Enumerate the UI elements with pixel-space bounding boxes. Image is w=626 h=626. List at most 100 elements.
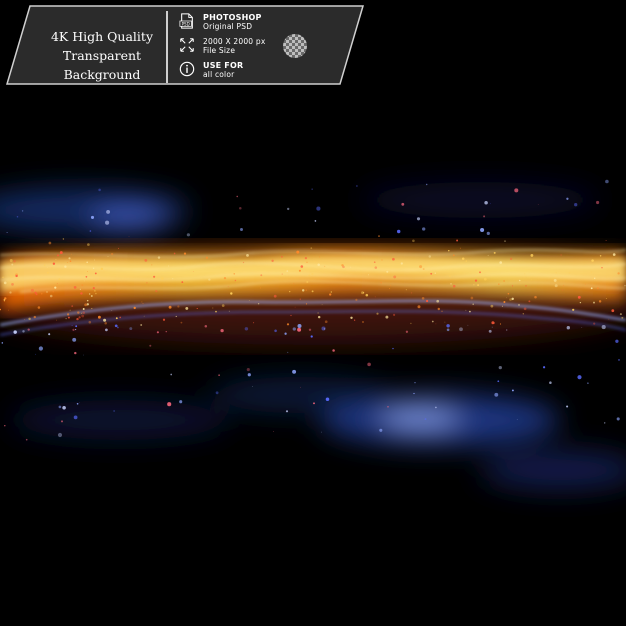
particle — [244, 327, 249, 331]
particle — [129, 327, 133, 331]
particle — [81, 312, 83, 314]
particle — [177, 305, 180, 308]
particle — [324, 265, 326, 267]
particle — [501, 305, 503, 307]
particle — [49, 294, 53, 298]
particle — [65, 318, 67, 320]
particle — [242, 261, 245, 264]
particle — [524, 273, 526, 275]
particle — [89, 293, 91, 295]
particle — [514, 188, 519, 193]
particle — [396, 229, 401, 234]
particle — [598, 300, 602, 303]
particle — [161, 277, 164, 280]
particle — [509, 257, 513, 261]
particle — [459, 247, 461, 249]
particle — [273, 431, 274, 432]
particle — [355, 298, 358, 301]
particle — [473, 284, 475, 286]
particle — [286, 270, 289, 272]
particle — [6, 232, 8, 233]
particle — [509, 298, 512, 301]
particle — [405, 330, 409, 333]
quality-line-2: Transparent Background — [62, 48, 142, 82]
particle — [617, 272, 620, 275]
particle — [293, 282, 295, 284]
transparency-checker-icon — [283, 34, 307, 58]
particle — [142, 303, 144, 304]
particle — [435, 323, 437, 325]
particle — [128, 236, 130, 237]
particle — [86, 261, 88, 264]
particle — [523, 307, 527, 311]
particle — [486, 231, 490, 236]
particle — [146, 282, 148, 284]
particle — [98, 188, 101, 192]
particle — [79, 288, 81, 290]
particle — [185, 306, 189, 310]
particle — [257, 303, 260, 305]
particle — [58, 405, 62, 409]
particle — [467, 324, 469, 326]
particle — [609, 262, 611, 264]
particle — [493, 251, 496, 254]
particle — [30, 288, 34, 292]
particle — [605, 179, 609, 184]
particle — [469, 310, 471, 313]
particle — [117, 326, 119, 329]
particle — [167, 265, 170, 267]
particle — [81, 314, 85, 318]
particle — [493, 322, 496, 324]
particle — [56, 319, 58, 321]
particle — [286, 323, 290, 326]
particle — [290, 314, 292, 317]
banner-divider — [166, 11, 168, 83]
particle — [511, 285, 514, 287]
particle — [141, 301, 143, 303]
particle — [95, 283, 97, 285]
particle — [386, 270, 389, 273]
particle — [616, 417, 620, 421]
particle — [345, 268, 347, 270]
software-row: PSD PHOTOSHOP Original PSD — [178, 13, 262, 31]
particle — [530, 253, 534, 257]
particle — [373, 261, 376, 264]
particle — [221, 304, 225, 307]
particle — [33, 315, 36, 319]
particle — [452, 284, 456, 288]
particle — [615, 339, 619, 343]
particle — [43, 264, 46, 267]
particle — [489, 203, 491, 205]
particle — [498, 283, 500, 285]
particle — [381, 259, 383, 261]
particle — [57, 432, 63, 438]
particle — [273, 294, 277, 298]
particle — [52, 262, 56, 265]
particle — [308, 274, 311, 277]
particle — [590, 287, 593, 290]
particle — [325, 397, 330, 402]
particle — [87, 243, 90, 246]
particle — [94, 272, 97, 275]
particle — [436, 299, 440, 303]
particle — [133, 306, 136, 310]
particle — [77, 311, 80, 314]
particle — [608, 318, 610, 320]
particle — [73, 415, 78, 420]
particle — [119, 316, 122, 319]
particle — [103, 270, 105, 272]
particle — [9, 291, 12, 294]
particle — [605, 297, 607, 300]
particle — [11, 283, 14, 286]
particle — [252, 386, 253, 387]
particle — [259, 287, 261, 289]
particle — [289, 290, 291, 293]
particle — [24, 319, 25, 320]
particle — [151, 264, 153, 266]
particle — [260, 274, 263, 277]
particle — [34, 291, 37, 294]
particle — [428, 255, 432, 258]
particle — [579, 301, 582, 304]
particle — [534, 295, 537, 299]
particle — [374, 266, 378, 269]
